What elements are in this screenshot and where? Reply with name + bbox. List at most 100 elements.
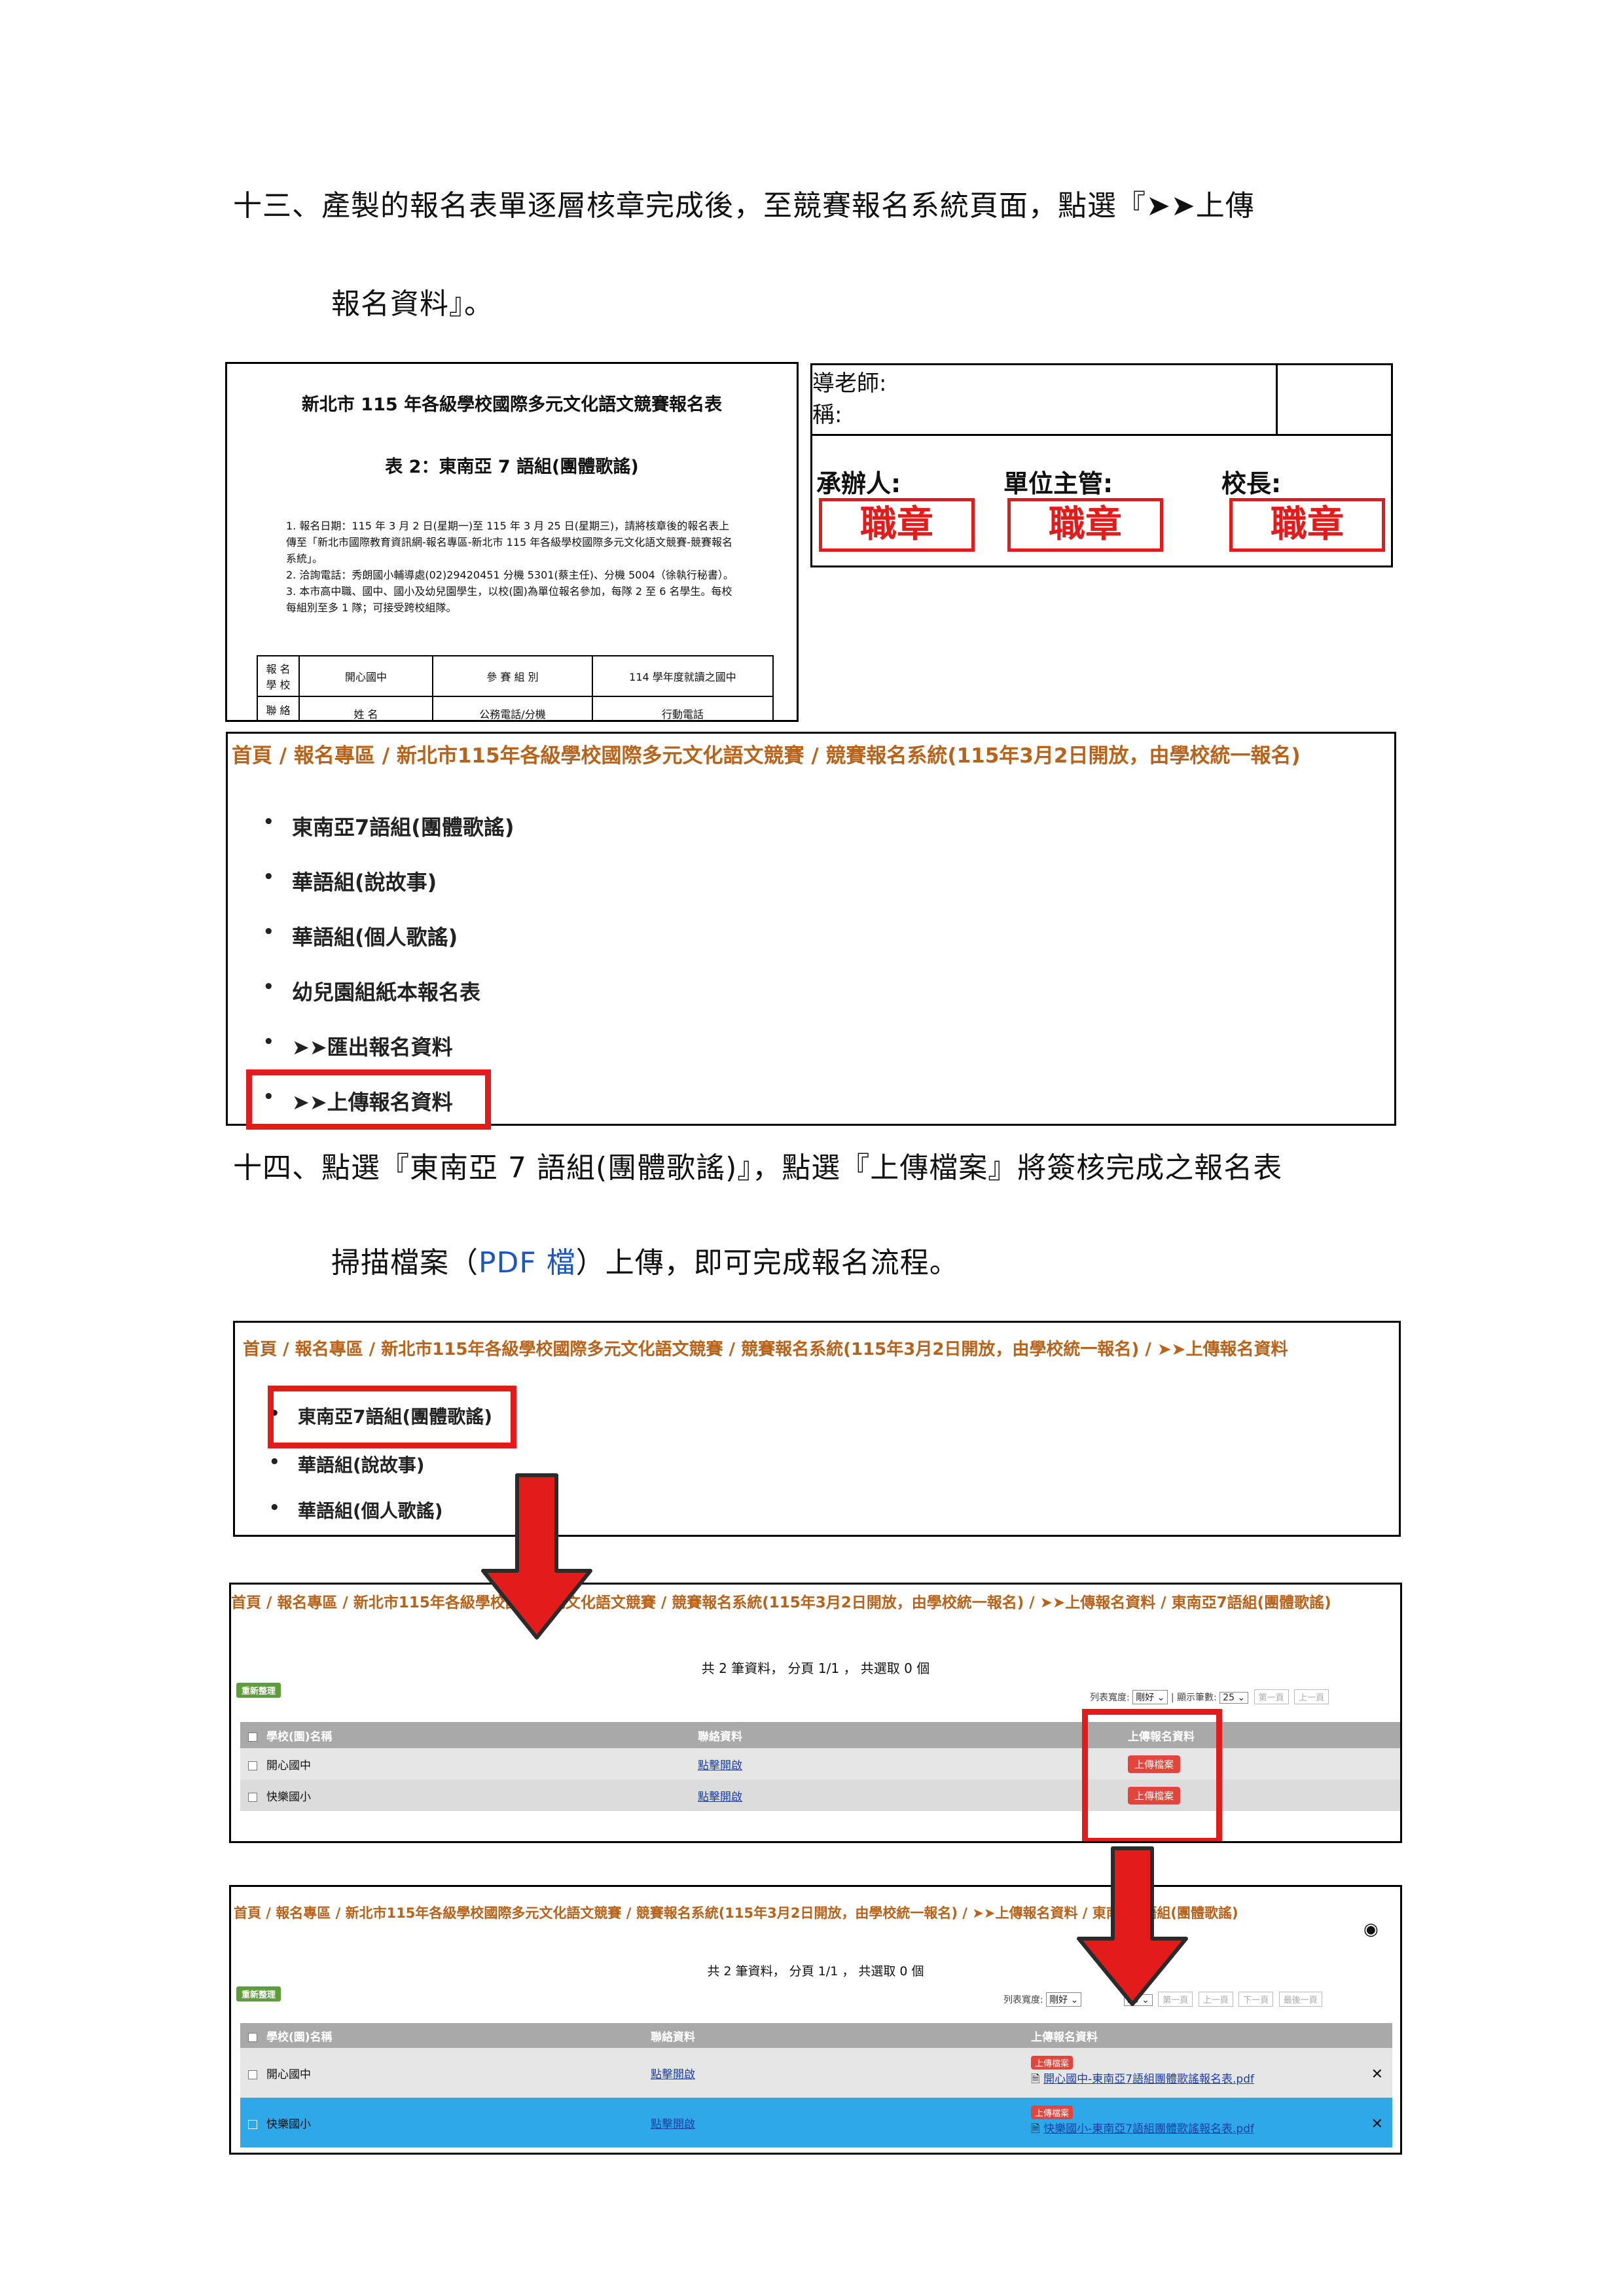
form-cut-phone: 公務電話/分機 bbox=[432, 696, 593, 720]
form-school-value: 開心國中 bbox=[298, 655, 433, 697]
contact-link[interactable]: 點擊開啟 bbox=[651, 2068, 695, 2081]
header-label: 學校(園)名稱 bbox=[266, 2030, 333, 2044]
table-screenshot-1: 首頁 / 報名專區 / 新北市115年各級學校國際多元文化語文競賽 / 競賽報名… bbox=[229, 1583, 1402, 1843]
form-note: 3. 本市高中職、國中、國小及幼兒園學生，以校(園)為單位報名參加，每隊 2 至… bbox=[286, 585, 732, 614]
supervisor-label: 單位主管: bbox=[1003, 469, 1113, 498]
contact-link[interactable]: 點擊開啟 bbox=[651, 2118, 695, 2131]
select-all-checkbox[interactable] bbox=[248, 1732, 257, 1742]
form-table: 報 名 學 校 開心國中 參 賽 組 別 114 學年度就讀之國中 聯 絡 姓 … bbox=[257, 655, 774, 720]
school-name: 快樂國小 bbox=[266, 1790, 311, 1804]
highlight-box bbox=[246, 1069, 491, 1130]
menu-screenshot-1: 首頁 / 報名專區 / 新北市115年各級學校國際多元文化語文競賽 / 競賽報名… bbox=[226, 732, 1396, 1130]
remove-file-icon[interactable]: ✕ bbox=[1371, 2116, 1383, 2132]
form-title: 新北市 115 年各級學校國際多元文化語文競賽報名表 bbox=[301, 395, 723, 415]
form-cut-name: 姓 名 bbox=[298, 696, 433, 720]
pdf-file-icon: 🗎 bbox=[1031, 2123, 1040, 2136]
header-contact: 聯絡資料 bbox=[651, 2030, 695, 2044]
handler-label: 承辦人: bbox=[816, 469, 901, 498]
form-note: 2. 洽詢電話：秀朗國小輔導處(02)29420451 分機 5301(蔡主任)… bbox=[286, 569, 734, 581]
form-subtitle: 表 2：東南亞 7 語組(團體歌謠) bbox=[385, 457, 639, 477]
table-row: 開心國中 點擊開啟 上傳檔案 bbox=[240, 1748, 1400, 1780]
principal-label: 校長: bbox=[1221, 469, 1282, 498]
refresh-button[interactable]: 重新整理 bbox=[236, 1683, 281, 1698]
uploaded-file-link[interactable]: 快樂國小-東南亞7語組團體歌謠報名表.pdf bbox=[1043, 2123, 1254, 2136]
breadcrumb[interactable]: 首頁 / 報名專區 / 新北市115年各級學校國際多元文化語文競賽 / 競賽報名… bbox=[231, 1590, 1331, 1612]
section14-text: ）上傳，即可完成報名流程。 bbox=[575, 1246, 959, 1280]
count-label: | 顯示筆數: bbox=[1170, 1693, 1217, 1703]
stamp-handler: 職章 bbox=[819, 498, 975, 552]
last-page-button[interactable]: 最後一頁 bbox=[1278, 1992, 1322, 2007]
header-school: 學校(園)名稱 bbox=[240, 1722, 694, 1748]
row-checkbox[interactable] bbox=[248, 1792, 257, 1802]
breadcrumb[interactable]: 首頁 / 報名專區 / 新北市115年各級學校國際多元文化語文競賽 / 競賽報名… bbox=[232, 739, 1301, 768]
prev-page-button[interactable]: 上一頁 bbox=[1198, 1992, 1233, 2007]
school-name: 開心國中 bbox=[266, 2068, 311, 2081]
menu-item-solo-song[interactable]: 華語組(個人歌謠) bbox=[269, 1497, 443, 1523]
signature-block-image: 導老師: 稱: 承辦人: 單位主管: 校長: 職章 職章 職章 bbox=[810, 363, 1393, 567]
section14-text: 掃描檔案（ bbox=[331, 1246, 478, 1280]
width-label: 列表寬度: bbox=[1090, 1693, 1130, 1703]
row-checkbox[interactable] bbox=[248, 2070, 257, 2079]
divider bbox=[1276, 365, 1278, 434]
registration-form-image: 新北市 115 年各級學校國際多元文化語文競賽報名表 表 2：東南亞 7 語組(… bbox=[225, 362, 799, 722]
registration-table: 學校(園)名稱 聯絡資料 上傳報名資料 開心國中 點擊開啟 上傳檔案 🗎 開心國… bbox=[240, 2023, 1392, 2147]
form-note: 1. 報名日期：115 年 3 月 2 日(星期一)至 115 年 3 月 25… bbox=[286, 520, 733, 565]
header-upload: 上傳報名資料 bbox=[1031, 2030, 1098, 2044]
school-name: 開心國中 bbox=[266, 1759, 311, 1772]
stamp-supervisor: 職章 bbox=[1007, 498, 1163, 552]
contact-link[interactable]: 點擊開啟 bbox=[698, 1791, 742, 1804]
highlight-box bbox=[1082, 1709, 1222, 1841]
breadcrumb[interactable]: 首頁 / 報名專區 / 新北市115年各級學校國際多元文化語文競賽 / 競賽報名… bbox=[243, 1336, 1288, 1360]
teacher-label: 導老師: bbox=[812, 370, 887, 397]
header-label: 學校(園)名稱 bbox=[266, 1730, 333, 1744]
menu-item-sea7[interactable]: 東南亞7語組(團體歌謠) bbox=[263, 811, 514, 841]
contact-link[interactable]: 點擊開啟 bbox=[698, 1759, 742, 1772]
user-icon[interactable]: ◉ bbox=[1363, 1920, 1379, 1939]
remove-file-icon[interactable]: ✕ bbox=[1371, 2066, 1383, 2083]
table-row: 開心國中 點擊開啟 上傳檔案 🗎 開心國中-東南亞7語組團體歌謠報名表.pdf … bbox=[240, 2048, 1392, 2098]
section14-line1: 十四、點選『東南亞 7 語組(團體歌謠)』，點選『上傳檔案』將簽核完成之報名表 bbox=[233, 1151, 1283, 1185]
row-checkbox[interactable] bbox=[248, 1761, 257, 1770]
list-controls: 列表寬度: 剛好 ⌄ | 顯示筆數: 25 ⌄ 第一頁 上一頁 bbox=[1090, 1689, 1329, 1704]
signature-header bbox=[812, 365, 1391, 436]
menu-item-storytelling[interactable]: 華語組(說故事) bbox=[269, 1451, 425, 1477]
stamp-principal: 職章 bbox=[1229, 498, 1385, 552]
count-select[interactable]: 25 ⌄ bbox=[1219, 1692, 1249, 1704]
width-select[interactable]: 剛好 ⌄ bbox=[1132, 1690, 1168, 1704]
refresh-button[interactable]: 重新整理 bbox=[236, 1986, 281, 2001]
header-school: 學校(園)名稱 bbox=[240, 2023, 647, 2048]
table-screenshot-2: 首頁 / 報名專區 / 新北市115年各級學校國際多元文化語文競賽 / 競賽報名… bbox=[229, 1885, 1402, 2155]
down-arrow-icon bbox=[1077, 1846, 1188, 2006]
width-value: 剛好 bbox=[1136, 1693, 1155, 1703]
header-contact: 聯絡資料 bbox=[698, 1730, 742, 1744]
upload-file-button[interactable]: 上傳檔案 bbox=[1031, 2106, 1074, 2119]
next-page-button[interactable]: 下一頁 bbox=[1238, 1992, 1274, 2007]
registration-table: 學校(園)名稱 聯絡資料 上傳報名資料 開心國中 點擊開啟 上傳檔案 快樂國小 … bbox=[240, 1722, 1400, 1811]
width-value: 剛好 bbox=[1049, 1995, 1068, 2005]
first-page-button[interactable]: 第一頁 bbox=[1254, 1689, 1289, 1704]
table-row: 快樂國小 點擊開啟 上傳檔案 bbox=[240, 1780, 1400, 1811]
form-cut-mobile: 行動電話 bbox=[592, 696, 774, 720]
table-row-selected: 快樂國小 點擊開啟 上傳檔案 🗎 快樂國小-東南亞7語組團體歌謠報名表.pdf … bbox=[240, 2098, 1392, 2147]
school-name: 快樂國小 bbox=[266, 2117, 311, 2131]
row-checkbox[interactable] bbox=[248, 2119, 257, 2129]
form-contact-label: 聯 絡 bbox=[257, 696, 300, 720]
menu-item-export[interactable]: ➤➤匯出報名資料 bbox=[263, 1031, 453, 1061]
title-label: 稱: bbox=[812, 402, 842, 428]
form-grade-label: 114 學年度就讀之國中 bbox=[592, 655, 774, 697]
pdf-file-icon: 🗎 bbox=[1031, 2073, 1040, 2086]
select-all-checkbox[interactable] bbox=[248, 2032, 257, 2042]
form-school-label: 報 名 學 校 bbox=[257, 655, 300, 697]
menu-item-storytelling[interactable]: 華語組(說故事) bbox=[263, 866, 437, 896]
section14-line2: 掃描檔案（PDF 檔）上傳，即可完成報名流程。 bbox=[331, 1244, 959, 1283]
form-notes: 1. 報名日期：115 年 3 月 2 日(星期一)至 115 年 3 月 25… bbox=[286, 518, 738, 616]
uploaded-file-link[interactable]: 開心國中-東南亞7語組團體歌謠報名表.pdf bbox=[1043, 2073, 1254, 2086]
upload-file-button[interactable]: 上傳檔案 bbox=[1031, 2056, 1074, 2070]
menu-item-kindergarten-form[interactable]: 幼兒園組紙本報名表 bbox=[263, 976, 480, 1006]
down-arrow-icon bbox=[481, 1473, 592, 1640]
prev-page-button[interactable]: 上一頁 bbox=[1294, 1689, 1329, 1704]
menu-screenshot-2: 首頁 / 報名專區 / 新北市115年各級學校國際多元文化語文競賽 / 競賽報名… bbox=[233, 1321, 1401, 1537]
menu-item-solo-song[interactable]: 華語組(個人歌謠) bbox=[263, 921, 458, 951]
section13-line1: 十三、產製的報名表單逐層核章完成後，至競賽報名系統頁面，點選『➤➤上傳 bbox=[233, 189, 1255, 223]
width-label: 列表寬度: bbox=[1003, 1995, 1043, 2005]
